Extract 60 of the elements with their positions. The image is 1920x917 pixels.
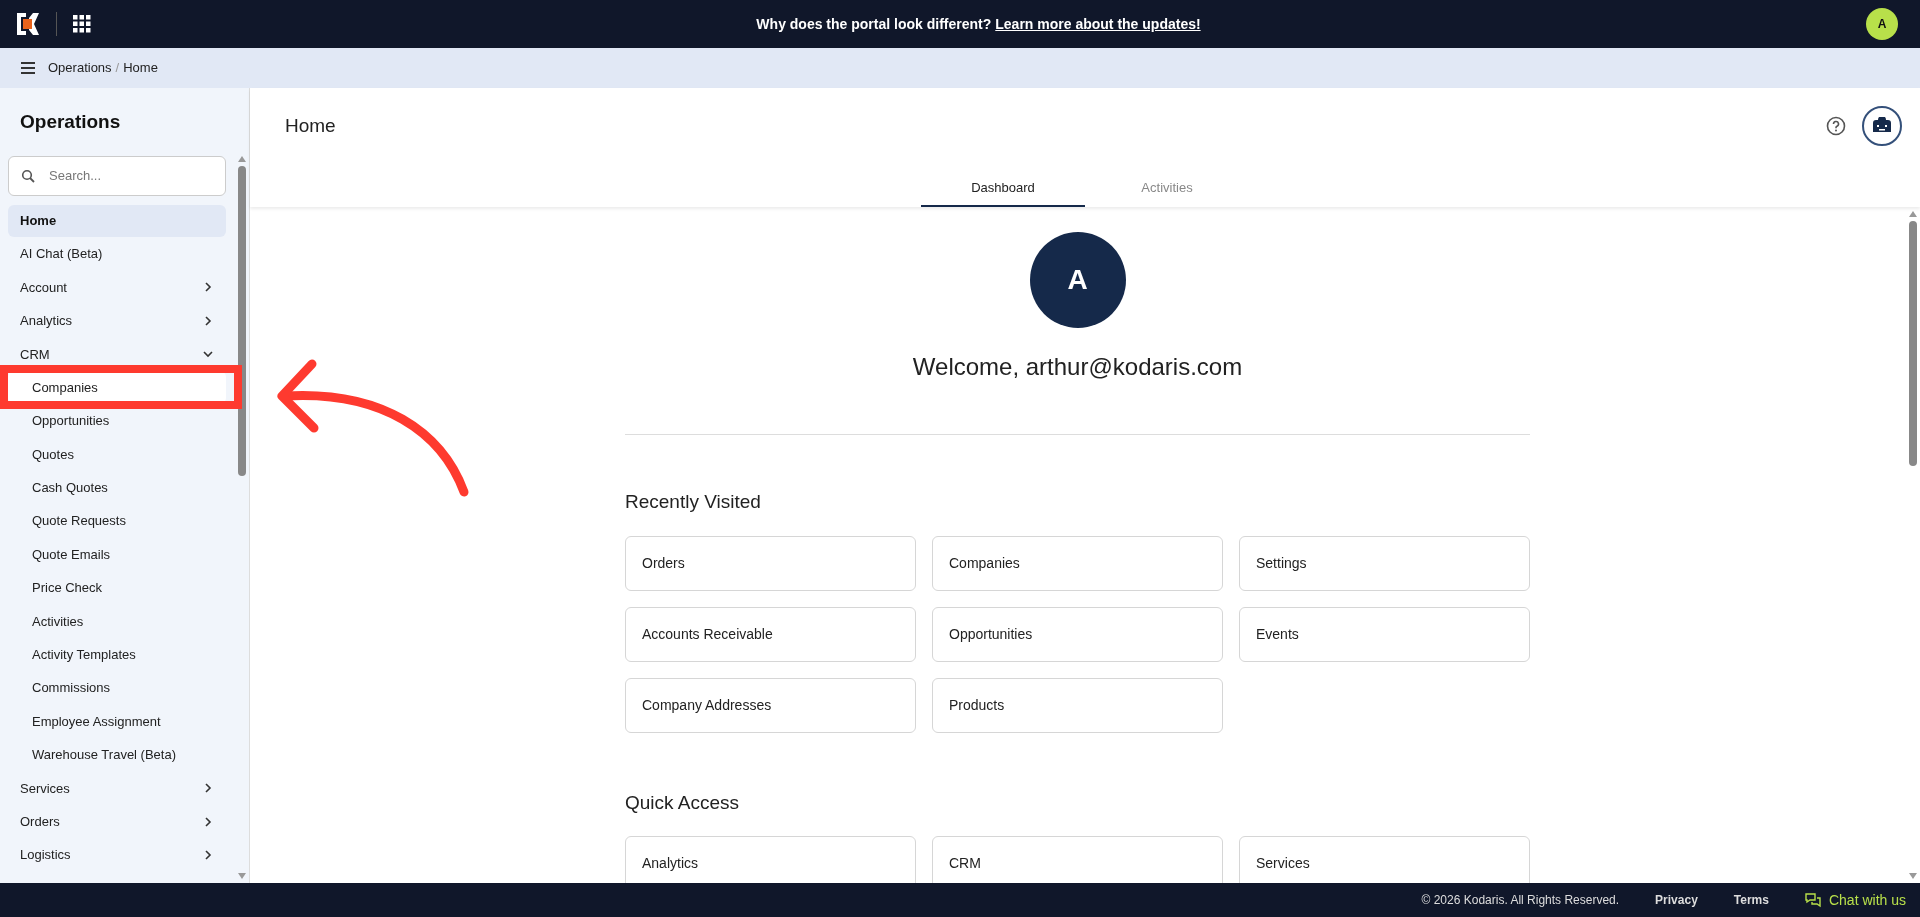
search-field[interactable]: Search...: [8, 155, 227, 196]
shortcut-card[interactable]: Opportunities: [932, 606, 1223, 662]
sidebar-subitem[interactable]: Warehouse Travel (Beta): [8, 738, 227, 772]
scroll-up-icon[interactable]: [237, 156, 246, 162]
help-icon[interactable]: [1826, 116, 1846, 136]
scrollbar-thumb[interactable]: [1908, 221, 1917, 466]
app-grid-icon[interactable]: [73, 15, 91, 33]
sidebar-subitem[interactable]: Opportunities: [8, 404, 227, 438]
chat-link[interactable]: Chat with us: [1804, 889, 1906, 911]
sidebar-subitem[interactable]: Activity Templates: [8, 638, 227, 671]
shortcut-card[interactable]: Company Addresses: [625, 677, 916, 733]
breadcrumb-link[interactable]: Home: [123, 58, 158, 78]
search-icon: [21, 168, 35, 183]
sidebar-subitem[interactable]: Quote Emails: [8, 538, 227, 571]
breadcrumb-link[interactable]: Operations: [48, 58, 112, 78]
shortcut-card[interactable]: Events: [1239, 606, 1530, 662]
shortcut-card[interactable]: Accounts Receivable: [625, 606, 916, 662]
sidebar-item[interactable]: Services: [8, 772, 227, 805]
breadcrumb-separator: /: [115, 59, 120, 78]
section-title: Recently Visited: [625, 490, 762, 514]
sidebar-subitem[interactable]: Employee Assignment: [8, 705, 227, 738]
sidebar-item[interactable]: Logistics: [8, 838, 227, 872]
scroll-down-icon[interactable]: [237, 873, 246, 879]
sidebar-subitem[interactable]: Quote Requests: [8, 505, 227, 538]
scroll-down-icon[interactable]: [1908, 873, 1917, 879]
tab[interactable]: Activities: [1085, 171, 1249, 207]
welcome-text: Welcome, arthur@kodaris.com: [912, 352, 1243, 382]
profile-avatar: A: [1029, 232, 1126, 328]
sidebar-item[interactable]: Home: [8, 204, 227, 237]
sidebar-subitem[interactable]: Cash Quotes: [8, 471, 227, 504]
sidebar-item[interactable]: CRM: [8, 338, 227, 371]
page-title: Home: [285, 113, 336, 138]
copyright-text: © 2026 Kodaris. All Rights Reserved.: [1421, 892, 1620, 909]
scrollbar-thumb[interactable]: [237, 166, 246, 476]
scroll-up-icon[interactable]: [1908, 211, 1917, 217]
user-avatar[interactable]: A: [1866, 8, 1898, 40]
footer-link[interactable]: Privacy: [1655, 891, 1698, 909]
shortcut-card[interactable]: Orders: [625, 535, 916, 591]
shortcut-card[interactable]: Settings: [1239, 535, 1530, 591]
sidebar-item[interactable]: Analytics: [8, 304, 227, 338]
chat-icon: [1804, 892, 1821, 908]
notice-text: Why does the portal look different?: [756, 14, 992, 34]
assistant-button[interactable]: [1862, 106, 1902, 146]
shortcut-card[interactable]: Companies: [932, 535, 1223, 591]
sidebar-title: Operations: [19, 110, 122, 134]
sidebar-subitem[interactable]: Quotes: [8, 438, 227, 471]
menu-icon[interactable]: [20, 61, 36, 75]
tab[interactable]: Dashboard: [921, 171, 1085, 207]
logo-icon: [16, 12, 40, 36]
learn-more-link[interactable]: Learn more about the updates!: [995, 13, 1201, 35]
shortcut-card[interactable]: Products: [932, 677, 1223, 733]
robot-icon: [1872, 117, 1892, 135]
sidebar-item[interactable]: AI Chat (Beta): [8, 237, 227, 271]
section-title: Quick Access: [625, 790, 741, 815]
sidebar-subitem[interactable]: Activities: [8, 605, 227, 638]
sidebar-item[interactable]: Orders: [8, 805, 227, 838]
sidebar-item[interactable]: Account: [8, 271, 227, 304]
sidebar-subitem[interactable]: Price Check: [8, 571, 227, 605]
sidebar-subitem[interactable]: Commissions: [8, 671, 227, 705]
footer-link[interactable]: Terms: [1733, 891, 1769, 909]
